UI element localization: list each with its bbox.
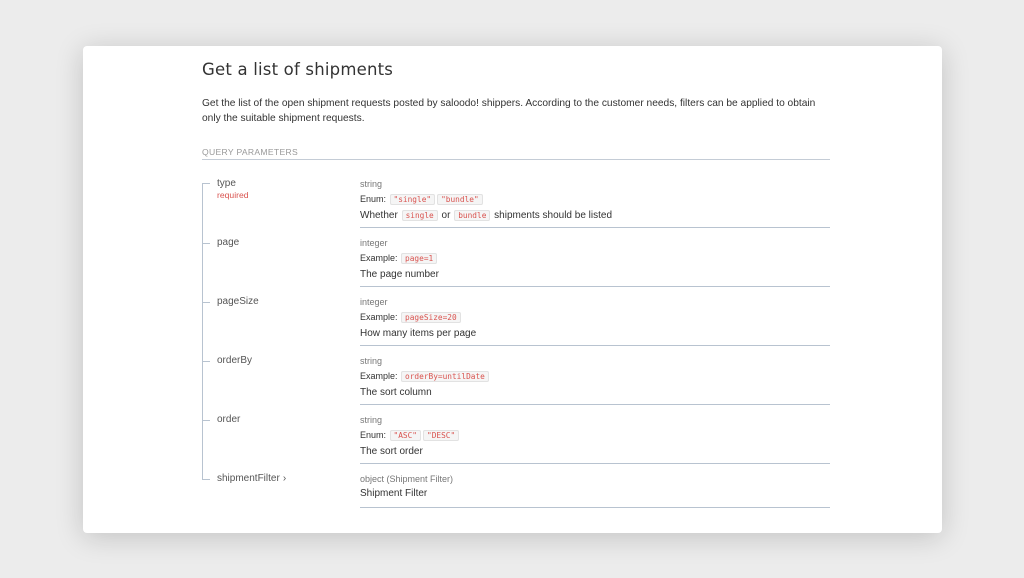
inline-code: single xyxy=(401,210,438,221)
example-label: Example: xyxy=(360,371,398,381)
expandable-param-name[interactable]: shipmentFilter › xyxy=(217,473,286,484)
param-details: string Example: orderBy=untilDate The so… xyxy=(360,355,830,399)
param-divider xyxy=(360,227,830,228)
required-badge: required xyxy=(217,190,249,200)
param-description: The page number xyxy=(360,269,439,280)
tree-branch xyxy=(203,420,210,421)
param-details: string Enum: "single" "bundle" Whether si… xyxy=(360,178,830,222)
param-description: How many items per page xyxy=(360,328,477,339)
param-divider xyxy=(360,463,830,464)
param-description: The sort order xyxy=(360,446,423,457)
enum-label: Enum: xyxy=(360,430,387,440)
enum-value: "ASC" xyxy=(389,430,422,441)
section-divider xyxy=(202,159,830,160)
param-example: Example: page=1 xyxy=(360,252,830,265)
param-name: order xyxy=(217,414,241,425)
param-name: pageSize xyxy=(217,296,259,307)
param-description: The sort column xyxy=(360,387,432,398)
param-name: page xyxy=(217,237,240,248)
param-divider xyxy=(360,507,830,508)
enum-value: "DESC" xyxy=(423,430,460,441)
param-name: type xyxy=(217,178,236,189)
param-type: string xyxy=(360,179,383,189)
chevron-right-icon[interactable]: › xyxy=(283,473,286,484)
param-type: string xyxy=(360,415,383,425)
section-label-query-parameters: QUERY PARAMETERS xyxy=(202,147,299,157)
tree-branch xyxy=(203,479,210,480)
example-label: Example: xyxy=(360,312,398,322)
param-type: integer xyxy=(360,297,388,307)
param-example: Example: pageSize=20 xyxy=(360,311,830,324)
param-type: object (Shipment Filter) xyxy=(360,474,454,484)
tree-line xyxy=(202,183,203,480)
param-divider xyxy=(360,286,830,287)
enum-value: "single" xyxy=(389,194,436,205)
param-enum: Enum: "ASC" "DESC" xyxy=(360,429,830,442)
param-details: integer Example: pageSize=20 How many it… xyxy=(360,296,830,340)
api-doc-card: Get a list of shipments Get the list of … xyxy=(83,46,942,533)
inline-code: bundle xyxy=(454,210,491,221)
param-description: Shipment Filter xyxy=(360,488,428,499)
param-details: string Enum: "ASC" "DESC" The sort order xyxy=(360,414,830,458)
tree-branch xyxy=(203,183,210,184)
param-example: Example: orderBy=untilDate xyxy=(360,370,830,383)
enum-value: "bundle" xyxy=(437,194,483,205)
param-divider xyxy=(360,345,830,346)
param-type: integer xyxy=(360,238,388,248)
page-title: Get a list of shipments xyxy=(202,60,394,79)
tree-branch xyxy=(203,302,210,303)
param-divider xyxy=(360,404,830,405)
example-value: orderBy=untilDate xyxy=(401,371,489,382)
example-value: pageSize=20 xyxy=(401,312,461,323)
example-value: page=1 xyxy=(401,253,438,264)
example-label: Example: xyxy=(360,253,398,263)
param-details: integer Example: page=1 The page number xyxy=(360,237,830,281)
tree-branch xyxy=(203,361,210,362)
param-type: string xyxy=(360,356,383,366)
param-details: object (Shipment Filter) Shipment Filter xyxy=(360,473,830,500)
param-name[interactable]: shipmentFilter xyxy=(217,473,280,484)
param-description: Whether single or bundle shipments shoul… xyxy=(360,210,613,221)
param-enum: Enum: "single" "bundle" xyxy=(360,193,830,206)
endpoint-description: Get the list of the open shipment reques… xyxy=(202,98,816,124)
param-name: orderBy xyxy=(217,355,253,366)
enum-label: Enum: xyxy=(360,194,387,204)
tree-branch xyxy=(203,243,210,244)
